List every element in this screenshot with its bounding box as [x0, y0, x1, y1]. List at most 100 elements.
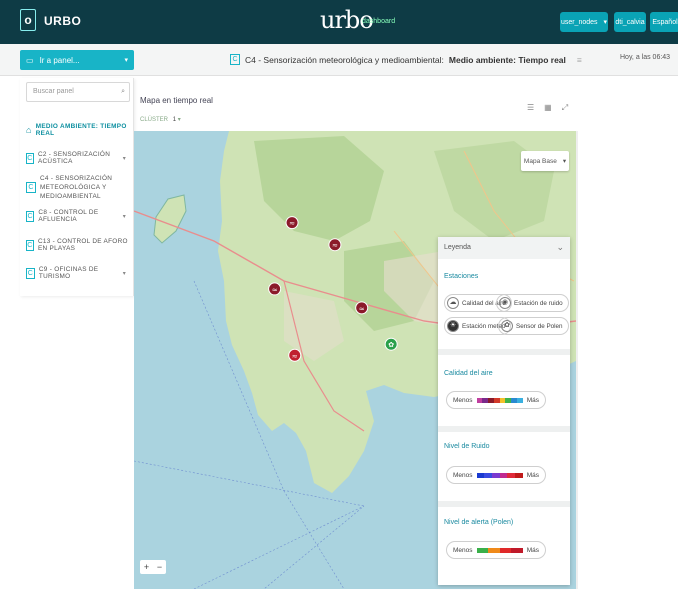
- map-title: Mapa en tiempo real: [140, 96, 213, 105]
- station-marker-pollen[interactable]: ✿: [384, 337, 398, 351]
- cluster-selector[interactable]: CLÚSTER 1 ▾: [140, 116, 181, 123]
- chevron-down-icon: ▾: [122, 270, 126, 277]
- cluster-value: 1: [172, 117, 177, 123]
- panel-code-icon: C: [26, 210, 35, 222]
- scope-button[interactable]: dti_calvia: [614, 12, 646, 32]
- top-navigation-bar: o URBO urbo dashboard user_nodes ▾ dti_c…: [0, 0, 678, 44]
- scale-max-label: Más: [526, 396, 539, 404]
- panel-code-icon: C: [230, 54, 240, 65]
- chevron-down-icon: ▾: [124, 57, 128, 64]
- panel-name: Medio ambiente: Tiempo real: [448, 54, 566, 65]
- sidebar-item-label: MEDIO AMBIENTE: TIEMPO REAL: [35, 123, 127, 137]
- gradient-step: [499, 472, 508, 478]
- sidebar-item-medio-ambiente[interactable]: ⌂ MEDIO AMBIENTE: TIEMPO REAL: [20, 123, 134, 137]
- menu-icon[interactable]: ≡: [577, 55, 582, 65]
- gradient-step: [511, 547, 523, 553]
- gradient-step: [499, 547, 512, 553]
- sidebar-item-c13[interactable]: C C13 - CONTROL DE AFORO EN PLAYAS: [20, 238, 134, 252]
- map-toolbar: ☰ ▦ ⤢: [527, 103, 568, 113]
- scale-min-label: Menos: [453, 471, 473, 479]
- language-button[interactable]: Español: [650, 12, 678, 32]
- panel-code-icon: C: [26, 181, 36, 193]
- air-quality-scale-title: Calidad del aire: [444, 370, 493, 377]
- user-name: user_nodes: [560, 18, 598, 26]
- gradient-step: [507, 472, 516, 478]
- station-label: Sensor de Polen: [516, 322, 563, 330]
- list-icon[interactable]: ☰: [527, 103, 534, 113]
- station-marker-air[interactable]: ≈: [285, 216, 299, 230]
- legend-divider: [438, 501, 570, 507]
- urbo-logo-icon[interactable]: o: [20, 9, 36, 31]
- basemap-selector[interactable]: Mapa Base ▾: [521, 151, 569, 171]
- pollen-scale: Menos Más: [446, 541, 546, 559]
- svg-text:≈: ≈: [332, 242, 338, 250]
- search-panel-input[interactable]: Buscar panel ⌕: [26, 82, 130, 102]
- sidebar-item-label: C2 - SENSORIZACIÓN ACÚSTICA: [37, 151, 111, 165]
- goto-panel-dropdown[interactable]: ▭ Ir a panel... ▾: [20, 50, 134, 70]
- stations-title: Estaciones: [444, 273, 479, 280]
- scale-min-label: Menos: [453, 546, 473, 554]
- air-quality-icon: ☁: [447, 297, 459, 309]
- svg-text:≈: ≈: [272, 286, 278, 294]
- sidebar-item-label: C4 - SENSORIZACIÓN METEOROLÓGICA Y MEDIO…: [40, 174, 113, 200]
- panel-sidebar: Buscar panel ⌕ ⌂ MEDIO AMBIENTE: TIEMPO …: [20, 78, 134, 296]
- app-title: URBO: [44, 14, 82, 28]
- weather-icon: ☀: [447, 320, 459, 332]
- gradient-step: [515, 472, 523, 478]
- sidebar-item-label: C13 - CONTROL DE AFORO EN PLAYAS: [37, 238, 128, 252]
- panel-code-icon: C: [26, 152, 34, 164]
- page-title: C C4 - Sensorización meteorológica y med…: [230, 54, 582, 65]
- sidebar-item-label: C8 - CONTROL DE AFLUENCIA: [38, 209, 99, 223]
- station-pollen: ✿ Sensor de Polen: [498, 317, 569, 335]
- zoom-in-button[interactable]: +: [144, 562, 149, 572]
- brand-subtitle: dashboard: [362, 18, 396, 25]
- station-marker-air[interactable]: ≈: [288, 348, 302, 362]
- zoom-control: + −: [140, 560, 166, 574]
- home-icon: ⌂: [26, 125, 32, 135]
- chevron-down-icon: ▾: [562, 158, 567, 165]
- pollen-icon: ✿: [501, 320, 513, 332]
- chevron-down-icon[interactable]: ⌄: [556, 242, 564, 253]
- gradient-step: [488, 547, 500, 553]
- basemap-label: Mapa Base: [523, 157, 557, 165]
- legend-header[interactable]: Leyenda ⌄: [438, 237, 570, 259]
- station-noise: ◉ Estación de ruido: [496, 294, 569, 312]
- last-update-text: Hoy, a las 06:43: [620, 54, 671, 61]
- noise-gradient: [476, 472, 523, 478]
- station-marker-air[interactable]: ≈: [355, 301, 369, 315]
- map-right-border: [576, 131, 578, 589]
- sidebar-item-c4[interactable]: C C4 - SENSORIZACIÓN METEOROLÓGICA Y MED…: [20, 174, 134, 200]
- svg-text:✿: ✿: [388, 341, 394, 349]
- sidebar-item-c8[interactable]: C C8 - CONTROL DE AFLUENCIA ▾: [20, 209, 134, 223]
- station-label: Estación de ruido: [514, 299, 563, 307]
- svg-text:≈: ≈: [359, 305, 365, 313]
- panel-prefix: C4 - Sensorización meteorológica y medio…: [245, 54, 444, 65]
- gradient-step: [516, 397, 523, 403]
- gradient-step: [476, 547, 489, 553]
- station-marker-air[interactable]: ≈: [328, 238, 342, 252]
- station-marker-air[interactable]: ≈: [268, 282, 282, 296]
- cluster-label: CLÚSTER: [140, 117, 169, 123]
- map-legend: Leyenda ⌄ Estaciones ☁ Calidad del aire …: [438, 237, 570, 585]
- air-quality-gradient: [476, 397, 523, 403]
- scale-max-label: Más: [526, 546, 539, 554]
- gradient-step: [476, 472, 485, 478]
- expand-icon[interactable]: ⤢: [562, 103, 568, 113]
- panel-code-icon: C: [26, 267, 35, 279]
- chevron-down-icon: ▾: [177, 117, 181, 123]
- noise-scale-title: Nivel de Ruido: [444, 443, 490, 450]
- pollen-gradient: [476, 547, 523, 553]
- chevron-down-icon: ▾: [122, 213, 126, 220]
- legend-title: Leyenda: [444, 244, 471, 251]
- noise-icon: ◉: [499, 297, 511, 309]
- svg-text:≈: ≈: [289, 220, 295, 228]
- sidebar-item-c9[interactable]: C C9 - OFICINAS DE TURISMO ▾: [20, 266, 134, 280]
- zoom-out-button[interactable]: −: [157, 562, 162, 572]
- sidebar-item-label: C9 - OFICINAS DE TURISMO: [38, 266, 99, 280]
- legend-divider: [438, 349, 570, 355]
- table-icon[interactable]: ▦: [544, 103, 552, 113]
- sidebar-item-c2[interactable]: C C2 - SENSORIZACIÓN ACÚSTICA ▾: [20, 151, 134, 165]
- panel-code-icon: C: [26, 239, 34, 251]
- user-menu-button[interactable]: user_nodes ▾: [560, 12, 608, 32]
- scale-max-label: Más: [526, 471, 539, 479]
